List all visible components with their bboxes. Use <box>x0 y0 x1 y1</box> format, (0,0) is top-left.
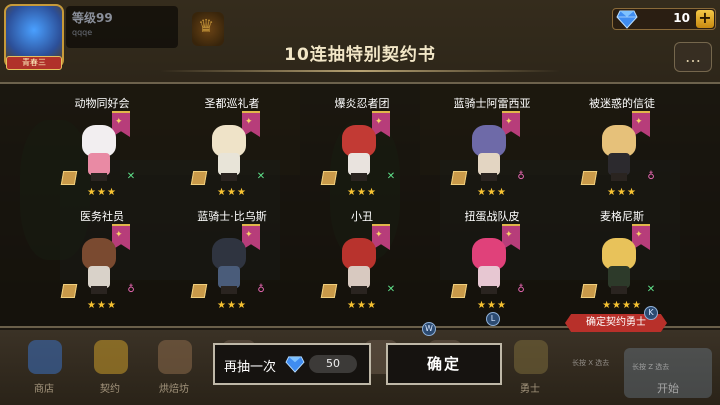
hero-name: 圣都巡礼者 <box>204 97 260 110</box>
hero-sprite-legs <box>91 286 107 294</box>
scroll-icon <box>580 171 598 185</box>
hero-sprite-legs <box>351 173 367 181</box>
hero-name: 小丑 <box>351 210 373 223</box>
hint-text: 长按 Z 选去 <box>632 363 670 371</box>
element-icon: ✕ <box>646 284 656 295</box>
player-name: qqqe <box>72 28 93 37</box>
hero-name: 蓝骑士·比乌斯 <box>197 210 267 223</box>
element-icon: ♁ <box>257 284 265 295</box>
star-rating: ★★★ <box>87 300 117 311</box>
star-rating: ★★★ <box>347 187 377 198</box>
nav-label: 勇士 <box>520 384 540 395</box>
start-label: 开始 <box>657 382 679 395</box>
nav-label: 契约 <box>100 384 120 395</box>
element-icon: ✕ <box>126 171 136 182</box>
scroll-icon <box>60 284 78 298</box>
hero-card[interactable]: 爆炎忍者团 ✦ ★★★ ✕ <box>312 95 412 215</box>
hero-sprite-body <box>478 153 500 175</box>
contract-icon <box>94 340 128 374</box>
gem-count: 10 <box>673 11 690 25</box>
star-rating: ★★★ <box>217 187 247 198</box>
star-rating: ★★★ <box>477 187 507 198</box>
confirm-button[interactable]: 确定 <box>386 343 502 385</box>
hero-sprite-body <box>608 266 630 288</box>
hero-card[interactable]: 扭蛋战队皮 ✦ ★★★ ♁ <box>442 208 542 328</box>
scroll-icon <box>60 171 78 185</box>
hero-card[interactable]: 圣都巡礼者 ✦ ★★★ ✕ <box>182 95 282 215</box>
hero-sprite-body <box>218 153 240 175</box>
hero-card[interactable]: 蓝骑士阿雷西亚 ✦ ★★★ ♁ <box>442 95 542 215</box>
hero-card[interactable]: 动物同好会 ✦ ★★★ ✕ <box>52 95 152 215</box>
scroll-icon <box>190 284 208 298</box>
star-rating: ★★★ <box>87 187 117 198</box>
element-icon: ♁ <box>517 284 525 295</box>
title-divider <box>160 70 560 72</box>
diamond-icon <box>616 10 638 29</box>
hero-sprite-body <box>608 153 630 175</box>
hero-sprite-body <box>88 266 110 288</box>
nav-item[interactable]: 烘焙坊 <box>150 336 198 396</box>
scroll-icon <box>450 284 468 298</box>
scroll-icon <box>580 284 598 298</box>
nav-label: 烘焙坊 <box>159 384 189 395</box>
hero-card[interactable]: 蓝骑士·比乌斯 ✦ ★★★ ♁ <box>182 208 282 328</box>
hero-sprite-legs <box>221 173 237 181</box>
hero-sprite-body <box>218 266 240 288</box>
star-rating: ★★★ <box>477 300 507 311</box>
nav-item[interactable]: 勇士 <box>506 336 554 396</box>
hero-icon <box>514 340 548 374</box>
shop-icon <box>28 340 62 374</box>
star-rating: ★★★ <box>217 300 247 311</box>
hero-name: 动物同好会 <box>74 97 130 110</box>
draw-again-label: 再抽一次 <box>224 360 277 375</box>
add-gems-button[interactable]: + <box>696 10 714 28</box>
hero-card[interactable]: 小丑 ✦ ★★★ ✕ <box>312 208 412 328</box>
nav-label: 商店 <box>34 384 54 395</box>
hero-name: 麦格尼斯 <box>600 210 644 223</box>
hero-name: 扭蛋战队皮 <box>464 210 520 223</box>
element-icon: ✕ <box>386 284 396 295</box>
scroll-icon <box>320 284 338 298</box>
hero-sprite-legs <box>351 286 367 294</box>
shortcut-tag: L <box>486 312 500 326</box>
hero-name: 爆炎忍者团 <box>334 97 390 110</box>
hero-name: 医务社员 <box>80 210 124 223</box>
hint-text: 长按 X 选去 <box>572 359 610 367</box>
element-icon: ♁ <box>647 171 655 182</box>
nav-item[interactable]: 商店 <box>20 336 68 396</box>
hero-sprite-legs <box>91 173 107 181</box>
hero-sprite-body <box>348 266 370 288</box>
hero-name: 蓝骑士阿雷西亚 <box>453 97 531 110</box>
nav-item[interactable]: 契约 <box>86 336 134 396</box>
element-icon: ✕ <box>386 171 396 182</box>
hero-sprite-legs <box>481 173 497 181</box>
player-level: 等级99 <box>72 11 113 25</box>
hero-name: 被迷惑的信徒 <box>589 97 655 110</box>
star-rating: ★★★ <box>607 187 637 198</box>
scroll-icon <box>320 171 338 185</box>
scroll-icon <box>190 171 208 185</box>
element-icon: ♁ <box>517 171 525 182</box>
bakery-icon <box>158 340 192 374</box>
shortcut-tag: K <box>644 306 658 320</box>
star-rating: ★★★★ <box>602 300 642 311</box>
element-icon: ✕ <box>256 171 266 182</box>
hero-sprite-body <box>348 153 370 175</box>
hero-card[interactable]: 医务社员 ✦ ★★★ ♁ <box>52 208 152 328</box>
hero-sprite-legs <box>611 173 627 181</box>
page-title: 10连抽特别契约书 <box>284 45 436 65</box>
draw-again-cost: 50 <box>309 355 357 373</box>
hero-card[interactable]: 被迷惑的信徒 ✦ ★★★ ♁ <box>572 95 672 215</box>
scroll-icon <box>450 171 468 185</box>
hero-sprite-body <box>478 266 500 288</box>
diamond-icon <box>285 356 305 373</box>
shortcut-tag: W <box>422 322 436 336</box>
hero-sprite-body <box>88 153 110 175</box>
star-rating: ★★★ <box>347 300 377 311</box>
hero-sprite-legs <box>481 286 497 294</box>
element-icon: ♁ <box>127 284 135 295</box>
hero-sprite-legs <box>611 286 627 294</box>
hero-sprite-legs <box>221 286 237 294</box>
